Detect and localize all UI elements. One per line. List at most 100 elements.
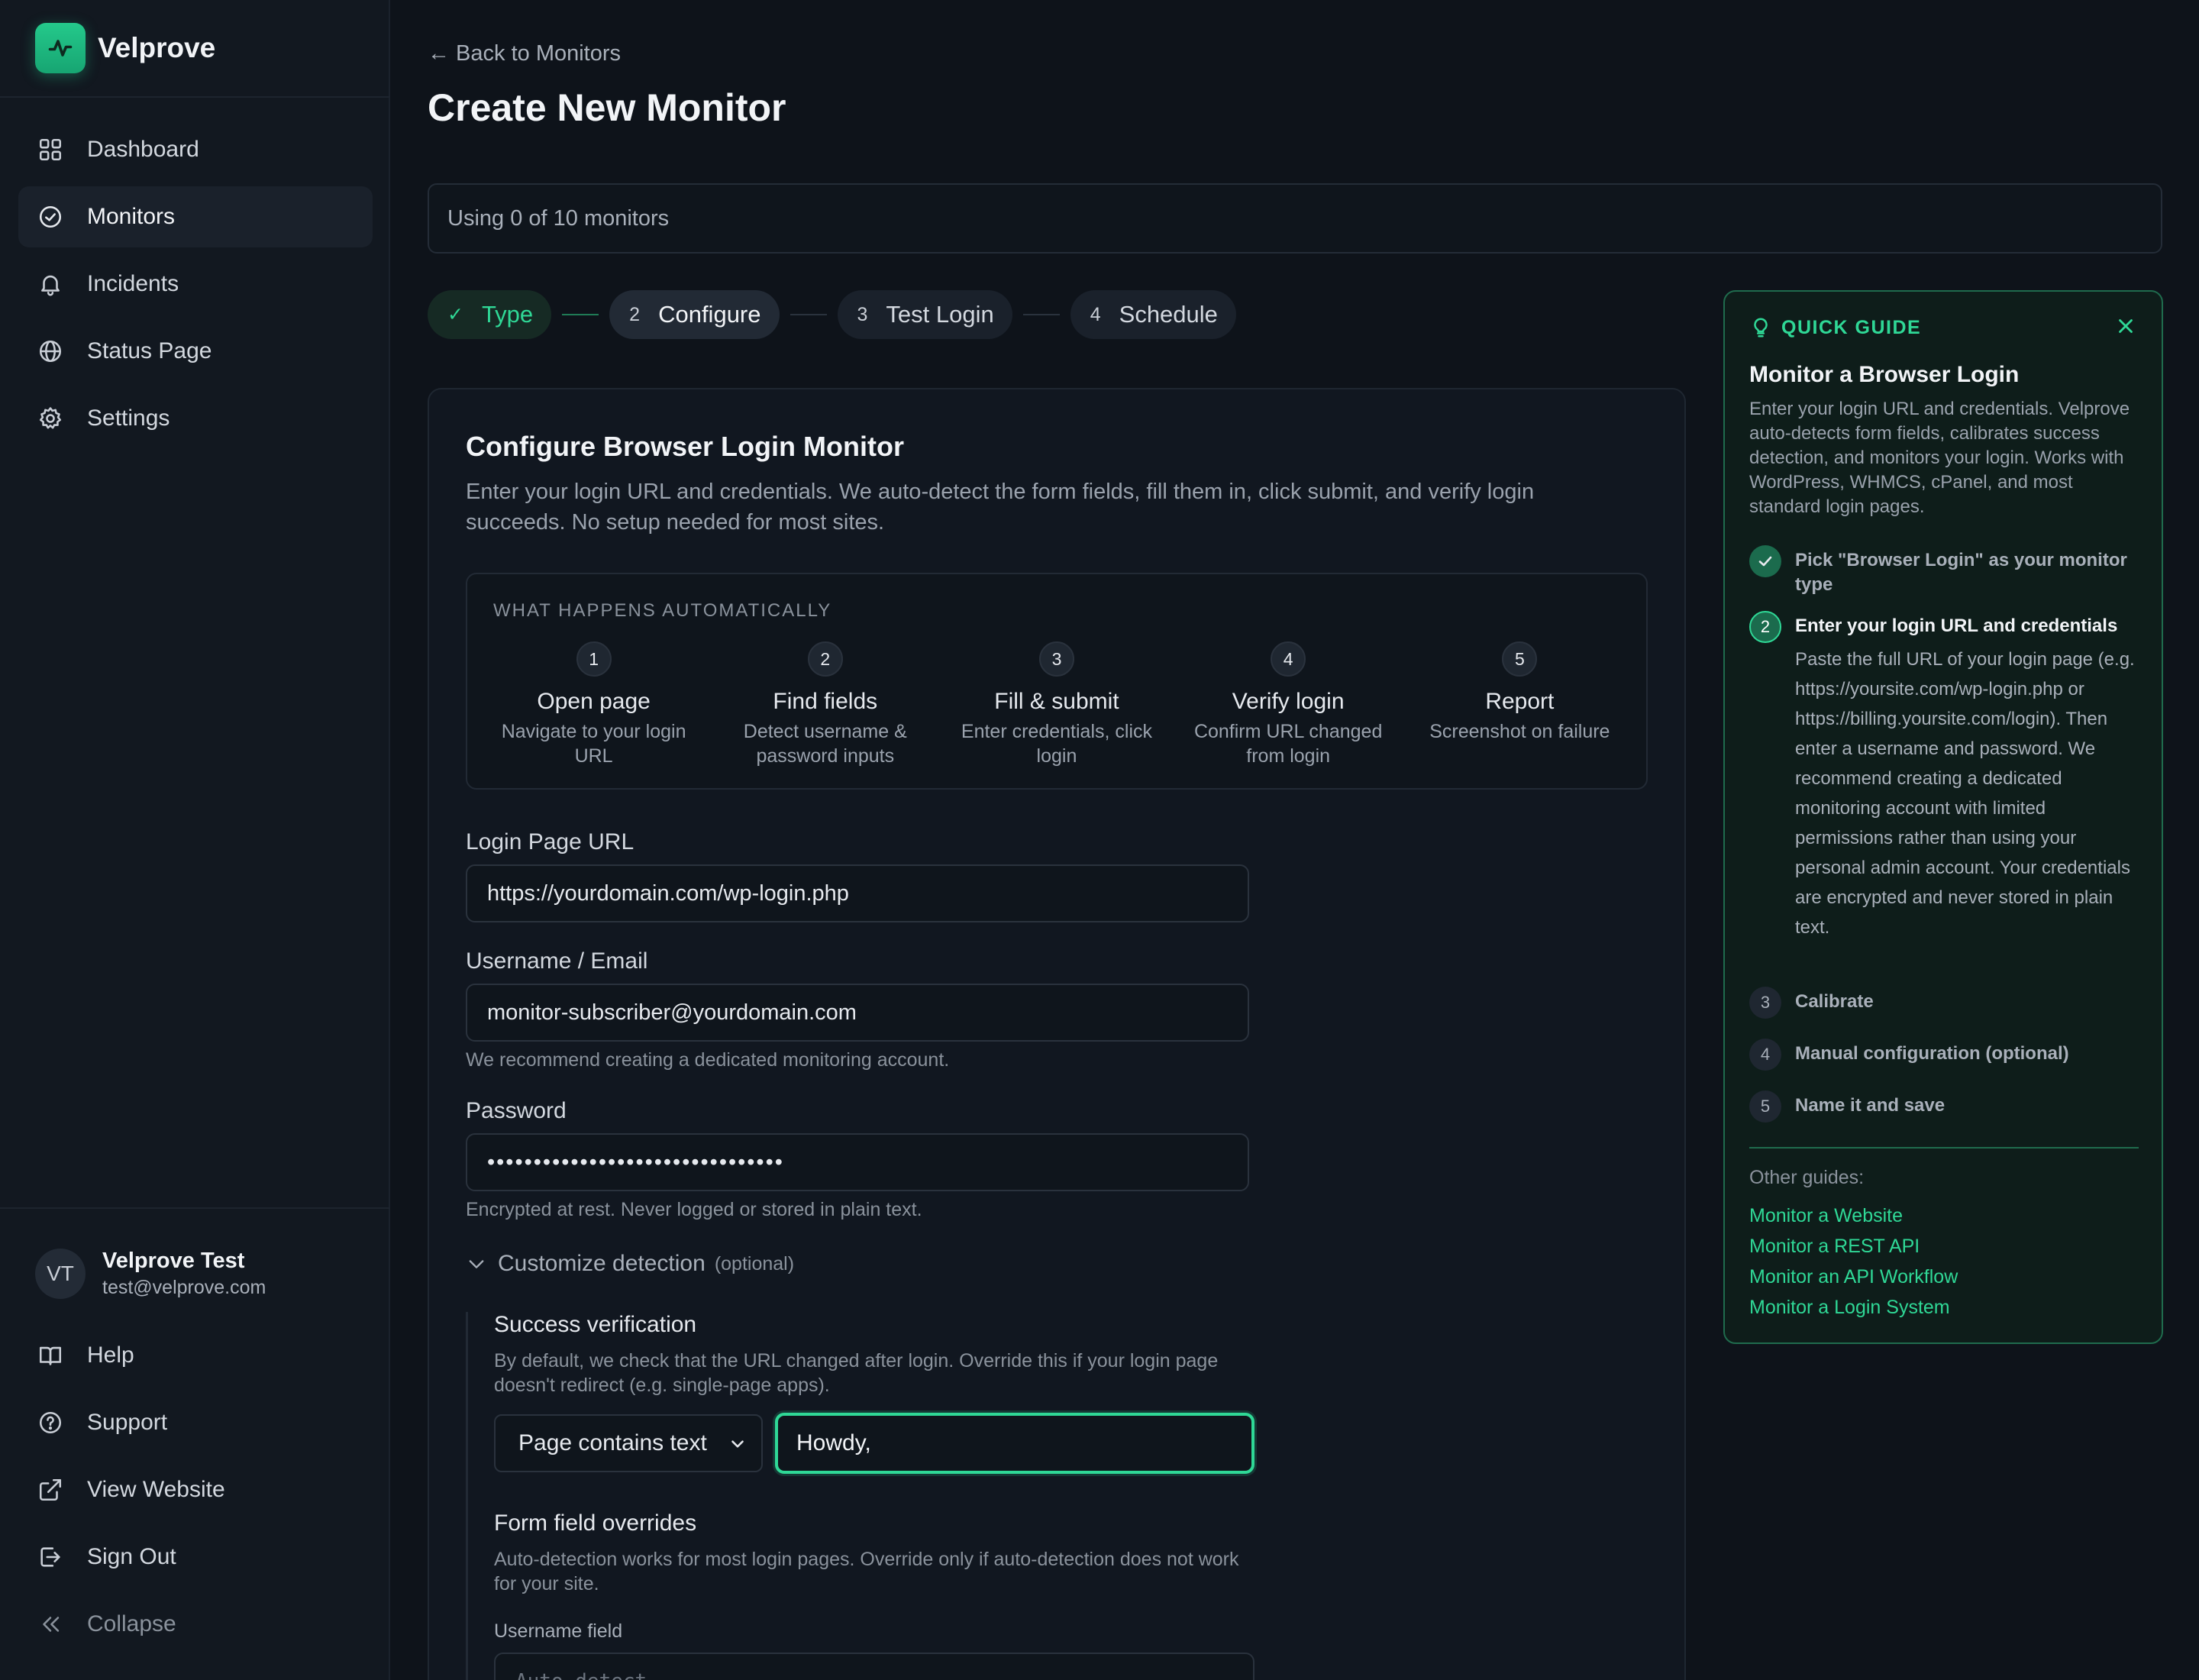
guide-step-number: 4	[1749, 1039, 1781, 1071]
sidebar-item-label: Status Page	[87, 338, 212, 363]
close-icon[interactable]	[2114, 315, 2137, 338]
auto-step: 3 Fill & submit Enter credentials, click…	[950, 641, 1164, 768]
chevron-down-icon	[469, 1260, 484, 1268]
sidebar: Velprove Dashboard Monitors Incidents St…	[0, 0, 390, 1680]
auto-steps-title: WHAT HAPPENS AUTOMATICALLY	[493, 600, 832, 621]
lightbulb-icon	[1754, 318, 1768, 338]
quick-guide-header: QUICK GUIDE	[1749, 316, 1921, 339]
customize-optional: (optional)	[714, 1252, 795, 1275]
username-input[interactable]: monitor-subscriber@yourdomain.com	[466, 984, 1249, 1042]
success-verification-title: Success verification	[494, 1312, 697, 1337]
auto-step-label: Report	[1485, 689, 1555, 714]
sidebar-collapse-button[interactable]: Collapse	[18, 1594, 373, 1655]
customize-section: Success verification By default, we chec…	[466, 1312, 1306, 1680]
auto-step-number: 1	[576, 641, 612, 677]
auto-step-desc: Detect username & password inputs	[743, 721, 907, 767]
guide-description: Enter your login URL and credentials. Ve…	[1749, 399, 2130, 517]
sidebar-divider	[0, 96, 390, 98]
auto-step-label: Fill & submit	[994, 689, 1119, 714]
sidebar-nav: Dashboard Monitors Incidents Status Page…	[18, 119, 373, 455]
guide-step-number: 2	[1749, 611, 1781, 643]
brand-name: Velprove	[98, 32, 216, 63]
step-label: Configure	[658, 301, 761, 328]
step-test-login[interactable]: 3 Test Login	[837, 290, 1012, 339]
form-overrides-title: Form field overrides	[494, 1510, 697, 1536]
login-url-input[interactable]: https://yourdomain.com/wp-login.php	[466, 864, 1249, 922]
guide-step-detail: Paste the full URL of your login page (e…	[1795, 649, 2135, 938]
auto-step-desc: Screenshot on failure	[1429, 721, 1610, 742]
success-text-input[interactable]: Howdy,	[775, 1413, 1254, 1474]
sidebar-item-help[interactable]: Help	[18, 1325, 373, 1386]
sidebar-item-sign-out[interactable]: Sign Out	[18, 1527, 373, 1588]
step-connector	[790, 314, 827, 315]
grid-icon	[37, 136, 64, 163]
auto-step-number: 4	[1271, 641, 1306, 677]
help-circle-icon	[37, 1409, 64, 1436]
sign-out-icon	[37, 1543, 64, 1571]
chevron-down-icon	[731, 1440, 744, 1448]
sidebar-item-dashboard[interactable]: Dashboard	[18, 119, 373, 180]
step-label: Schedule	[1119, 301, 1218, 328]
external-link-icon	[37, 1476, 64, 1504]
guide-step-number: 5	[1749, 1090, 1781, 1123]
password-helper: Encrypted at rest. Never logged or store…	[466, 1199, 922, 1220]
auto-step: 1 Open page Navigate to your login URL	[487, 641, 701, 768]
sidebar-item-label: Sign Out	[87, 1544, 176, 1569]
customize-detection-toggle[interactable]: Customize detection (optional)	[466, 1251, 794, 1277]
guide-link-login-system[interactable]: Monitor a Login System	[1749, 1292, 1958, 1323]
sidebar-item-label: Incidents	[87, 271, 179, 296]
sidebar-bottom-nav: Help Support View Website Sign Out Colla…	[18, 1325, 373, 1661]
step-type[interactable]: ✓ Type	[428, 290, 552, 339]
guide-step-text: Calibrate	[1795, 991, 1874, 1012]
sidebar-item-view-website[interactable]: View Website	[18, 1459, 373, 1520]
sidebar-item-settings[interactable]: Settings	[18, 388, 373, 449]
customize-label: Customize detection	[498, 1251, 706, 1276]
guide-title: Monitor a Browser Login	[1749, 362, 2020, 387]
username-helper: We recommend creating a dedicated monito…	[466, 1049, 950, 1071]
auto-step: 5 Report Screenshot on failure	[1413, 641, 1626, 768]
configure-card: Configure Browser Login Monitor Enter yo…	[428, 388, 1686, 1680]
guide-divider	[1749, 1147, 2139, 1149]
auto-step-desc: Navigate to your login URL	[501, 721, 686, 767]
step-schedule[interactable]: 4 Schedule	[1070, 290, 1236, 339]
other-guides-list: Monitor a Website Monitor a REST API Mon…	[1749, 1200, 1958, 1323]
other-guides-label: Other guides:	[1749, 1167, 1865, 1188]
brand[interactable]: Velprove	[35, 23, 215, 73]
wizard-stepper: ✓ Type 2 Configure 3 Test Login 4 Schedu…	[428, 290, 1236, 339]
user-profile[interactable]: VT Velprove Test test@velprove.com	[35, 1249, 266, 1299]
book-icon	[37, 1342, 64, 1369]
success-verification-desc: By default, we check that the URL change…	[494, 1350, 1219, 1396]
sidebar-item-label: Collapse	[87, 1611, 176, 1636]
password-input[interactable]: ••••••••••••••••••••••••••••••••	[466, 1133, 1249, 1191]
page-title: Create New Monitor	[428, 86, 786, 129]
username-field-input[interactable]: Auto-detect	[494, 1653, 1254, 1680]
sidebar-item-status-page[interactable]: Status Page	[18, 321, 373, 382]
auto-step-label: Find fields	[773, 689, 878, 714]
guide-step-text: Pick "Browser Login" as your monitor typ…	[1795, 550, 2127, 595]
chevrons-left-icon	[37, 1611, 64, 1638]
sidebar-item-label: Help	[87, 1342, 134, 1368]
guide-step-number: 3	[1749, 987, 1781, 1019]
step-configure[interactable]: 2 Configure	[609, 290, 780, 339]
guide-link-api-workflow[interactable]: Monitor an API Workflow	[1749, 1262, 1958, 1292]
quick-guide-panel: QUICK GUIDE Monitor a Browser Login Ente…	[1723, 290, 2163, 1344]
auto-steps-box: WHAT HAPPENS AUTOMATICALLY 1 Open page N…	[466, 573, 1648, 790]
checkmark-icon	[1749, 545, 1781, 577]
auto-step-number: 2	[807, 641, 843, 677]
bell-icon	[37, 270, 64, 298]
success-mode-select[interactable]: Page contains text	[494, 1414, 763, 1472]
guide-link-website[interactable]: Monitor a Website	[1749, 1200, 1958, 1231]
select-value: Page contains text	[518, 1430, 707, 1455]
guide-link-rest-api[interactable]: Monitor a REST API	[1749, 1231, 1958, 1262]
sidebar-item-label: Monitors	[87, 204, 176, 229]
back-to-monitors-link[interactable]: ← Back to Monitors	[428, 41, 621, 66]
checkmark-icon: ✓	[447, 304, 463, 325]
auto-step: 2 Find fields Detect username & password…	[718, 641, 932, 768]
username-label: Username / Email	[466, 948, 648, 974]
sidebar-item-incidents[interactable]: Incidents	[18, 254, 373, 315]
auto-step-label: Open page	[537, 689, 651, 714]
sidebar-item-monitors[interactable]: Monitors	[18, 186, 373, 247]
auto-step-desc: Enter credentials, click login	[961, 721, 1153, 767]
sidebar-item-support[interactable]: Support	[18, 1392, 373, 1453]
auto-step-number: 5	[1502, 641, 1538, 677]
